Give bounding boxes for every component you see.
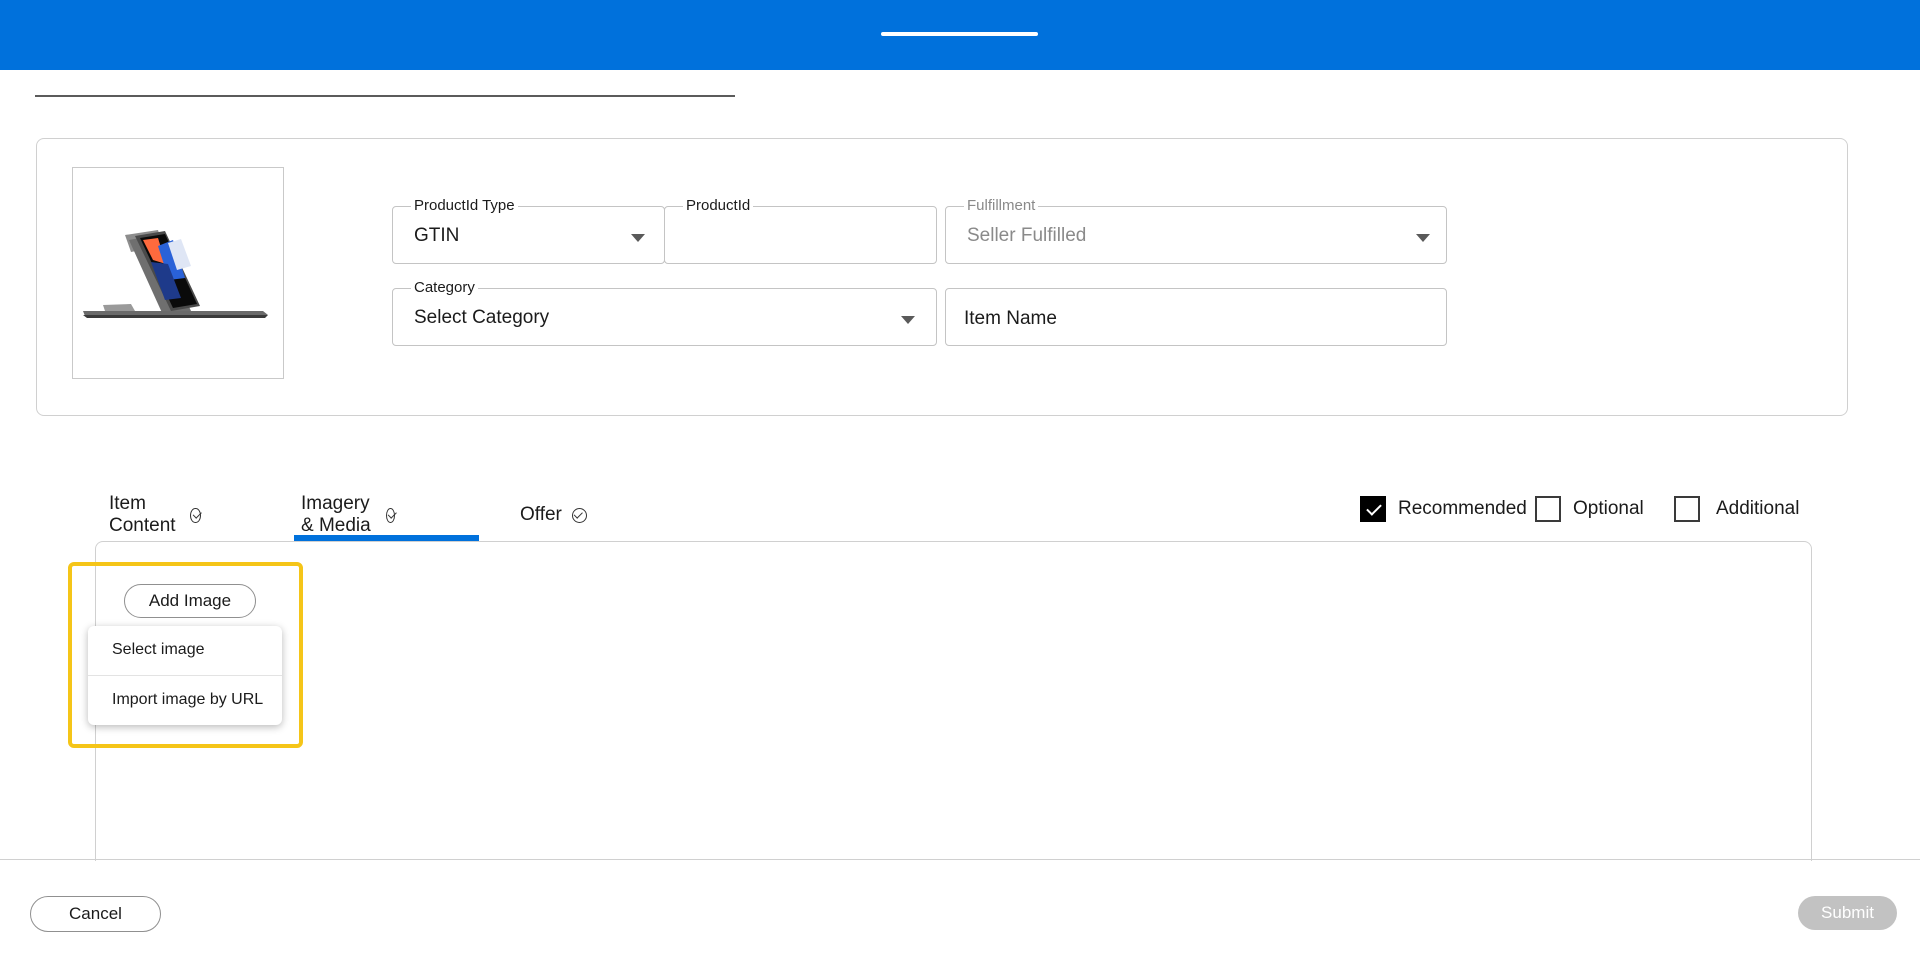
chevron-down-icon <box>1416 234 1430 242</box>
productid-type-label: ProductId Type <box>411 196 518 216</box>
filter-label: Recommended <box>1398 498 1527 519</box>
menu-item-select-image[interactable]: Select image <box>112 641 205 659</box>
header-bar <box>0 0 1920 70</box>
check-circle-icon <box>571 507 587 523</box>
tab-imagery-media[interactable]: Imagery & Media <box>301 490 395 540</box>
fulfillment-select: Fulfillment Seller Fulfilled <box>945 196 1447 264</box>
item-name-placeholder: Item Name <box>964 308 1057 329</box>
add-image-menu: Select image Import image by URL <box>88 626 282 725</box>
tab-label: Item Content <box>109 493 176 536</box>
laptop-image <box>83 230 268 318</box>
fulfillment-value: Seller Fulfilled <box>967 225 1087 246</box>
filter-label: Additional <box>1716 498 1800 519</box>
filter-optional[interactable]: Optional <box>1535 496 1644 522</box>
drag-handle[interactable] <box>881 32 1038 36</box>
tab-offer[interactable]: Offer <box>520 490 587 540</box>
chevron-down-icon <box>631 234 645 242</box>
checkbox-checked-icon[interactable] <box>1360 496 1386 522</box>
filter-additional[interactable]: Additional <box>1674 496 1799 522</box>
category-select[interactable]: Category Select Category <box>392 278 937 346</box>
checkbox-icon[interactable] <box>1674 496 1700 522</box>
footer-divider <box>0 859 1920 860</box>
title-underline <box>35 95 735 97</box>
add-image-button[interactable]: Add Image <box>124 584 256 618</box>
checkbox-icon[interactable] <box>1535 496 1561 522</box>
check-circle-icon <box>385 507 395 523</box>
submit-button[interactable]: Submit <box>1798 896 1897 930</box>
chevron-down-icon <box>901 316 915 324</box>
item-name-input[interactable]: Item Name <box>945 288 1447 346</box>
productid-type-select[interactable]: ProductId Type GTIN <box>392 196 665 264</box>
menu-divider <box>88 675 282 676</box>
filter-label: Optional <box>1573 498 1644 519</box>
productid-type-value: GTIN <box>414 225 460 246</box>
filter-recommended[interactable]: Recommended <box>1360 496 1527 522</box>
productid-label: ProductId <box>683 196 754 216</box>
product-summary-card <box>36 138 1848 416</box>
cancel-button[interactable]: Cancel <box>30 896 161 932</box>
tab-label: Offer <box>520 504 562 525</box>
product-thumbnail <box>72 167 284 379</box>
category-label: Category <box>411 278 478 298</box>
tab-item-content[interactable]: Item Content <box>109 490 201 540</box>
fulfillment-label: Fulfillment <box>964 196 1039 216</box>
tab-label: Imagery & Media <box>301 493 371 536</box>
media-panel <box>95 541 1812 861</box>
menu-item-import-by-url[interactable]: Import image by URL <box>112 691 263 709</box>
category-value: Select Category <box>414 307 550 328</box>
check-circle-icon <box>190 507 201 523</box>
productid-input[interactable]: ProductId <box>664 196 937 264</box>
